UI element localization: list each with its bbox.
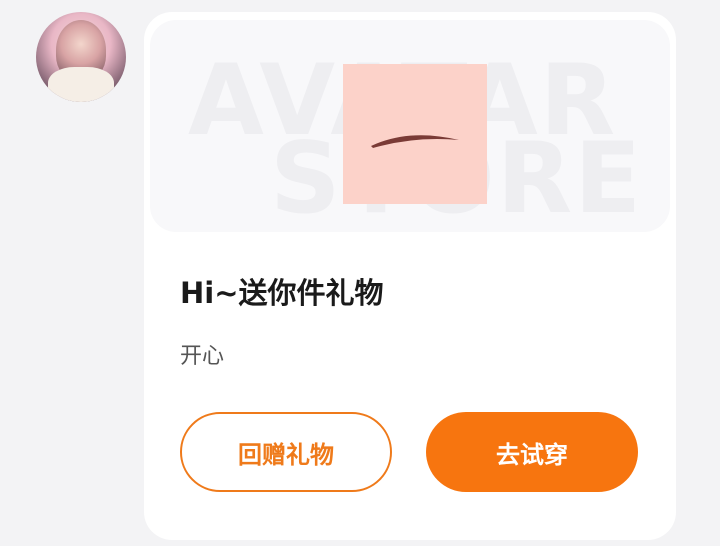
avatar-body xyxy=(48,67,114,102)
gift-message: 开心 xyxy=(180,344,225,369)
gift-product-image[interactable] xyxy=(343,64,487,204)
sender-avatar[interactable] xyxy=(36,12,126,102)
try-on-button[interactable]: 去试穿 xyxy=(426,412,638,492)
gift-card: AVATAR STORE Hi~送你件礼物 开心 回赠礼物 去试穿 xyxy=(144,12,676,540)
gift-banner: AVATAR STORE xyxy=(150,20,670,232)
return-gift-button[interactable]: 回赠礼物 xyxy=(180,412,392,492)
eyebrow-icon xyxy=(371,135,459,148)
gift-title: Hi~送你件礼物 xyxy=(180,276,384,310)
